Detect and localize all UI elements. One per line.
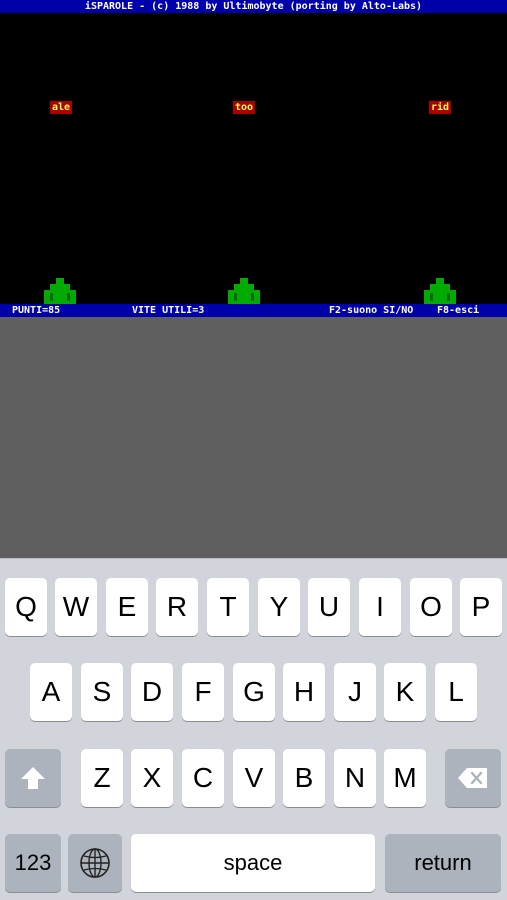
key-x[interactable]: X: [131, 749, 173, 807]
falling-word-2: too: [233, 101, 256, 114]
key-j[interactable]: J: [334, 663, 376, 721]
lives-readout: VITE UTILI=3: [132, 305, 205, 316]
key-e[interactable]: E: [106, 578, 148, 636]
exit-hint: F8-esci: [437, 305, 480, 316]
backspace-key[interactable]: [445, 749, 501, 807]
key-y[interactable]: Y: [258, 578, 300, 636]
key-n[interactable]: N: [334, 749, 376, 807]
key-q[interactable]: Q: [5, 578, 47, 636]
key-s[interactable]: S: [81, 663, 123, 721]
key-d[interactable]: D: [131, 663, 173, 721]
game-playfield[interactable]: ale too rid: [0, 13, 507, 304]
cannon-icon: [228, 278, 260, 304]
shift-arrow-icon: [21, 767, 45, 789]
falling-word-3: rid: [429, 101, 452, 114]
key-v[interactable]: V: [233, 749, 275, 807]
falling-word-1: ale: [50, 101, 73, 114]
key-f[interactable]: F: [182, 663, 224, 721]
key-r[interactable]: R: [156, 578, 198, 636]
key-g[interactable]: G: [233, 663, 275, 721]
sound-toggle-hint: F2-suono SI/NO: [329, 305, 414, 316]
backspace-icon: [458, 768, 487, 788]
numbers-key[interactable]: 123: [5, 834, 61, 892]
key-b[interactable]: B: [283, 749, 325, 807]
onscreen-keyboard: Q W E R T Y U I O P A S D F G H J K L Z …: [0, 558, 507, 900]
key-i[interactable]: I: [359, 578, 401, 636]
key-h[interactable]: H: [283, 663, 325, 721]
score-readout: PUNTI=85: [12, 305, 61, 316]
key-m[interactable]: M: [384, 749, 426, 807]
key-l[interactable]: L: [435, 663, 477, 721]
key-u[interactable]: U: [308, 578, 350, 636]
globe-key[interactable]: [68, 834, 122, 892]
globe-icon: [80, 848, 110, 878]
return-key[interactable]: return: [385, 834, 501, 892]
key-c[interactable]: C: [182, 749, 224, 807]
key-k[interactable]: K: [384, 663, 426, 721]
game-title-bar: iSPAROLE - (c) 1988 by Ultimobyte (porti…: [0, 0, 507, 13]
game-status-bar: PUNTI=85 VITE UTILI=3 F2-suono SI/NO F8-…: [0, 304, 507, 317]
key-o[interactable]: O: [410, 578, 452, 636]
key-p[interactable]: P: [460, 578, 502, 636]
cannon-icon: [424, 278, 456, 304]
space-key[interactable]: space: [131, 834, 375, 892]
key-a[interactable]: A: [30, 663, 72, 721]
cannon-icon: [44, 278, 76, 304]
empty-area: [0, 317, 507, 558]
key-z[interactable]: Z: [81, 749, 123, 807]
key-w[interactable]: W: [55, 578, 97, 636]
shift-key[interactable]: [5, 749, 61, 807]
key-t[interactable]: T: [207, 578, 249, 636]
